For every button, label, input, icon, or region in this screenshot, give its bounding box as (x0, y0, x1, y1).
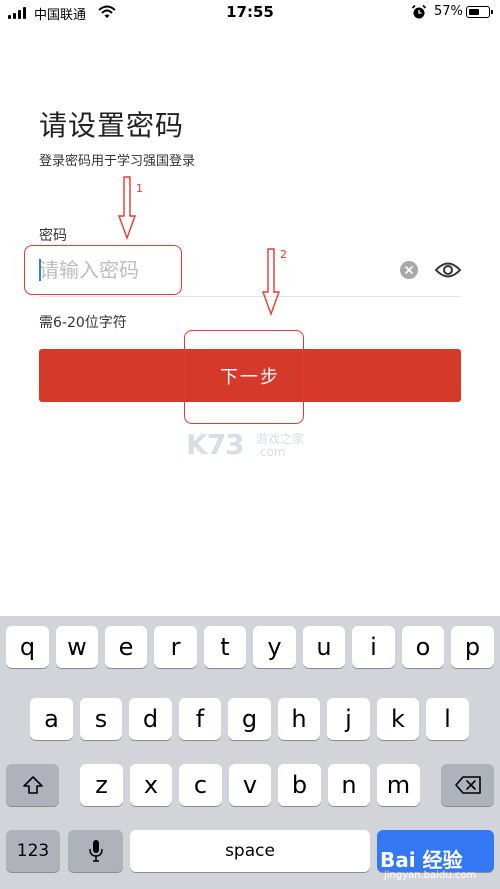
key-v[interactable]: v (229, 764, 271, 806)
annotation-number-2: 2 (280, 248, 287, 261)
battery-percentage: 57% (434, 4, 463, 19)
key-e[interactable]: e (105, 626, 147, 668)
backspace-key[interactable] (441, 764, 494, 806)
battery-level-fill (469, 9, 479, 15)
key-j[interactable]: j (327, 698, 370, 740)
password-field-label: 密码 (39, 228, 67, 244)
baidu-logo: Bai 经验 (380, 848, 463, 872)
key-c[interactable]: c (179, 764, 222, 806)
numbers-key[interactable]: 123 (6, 830, 60, 872)
input-underline (39, 296, 461, 297)
baidu-watermark: Bai 经验 jingyan.baidu.com (378, 842, 498, 887)
annotation-box-next-button (184, 330, 304, 424)
key-t[interactable]: t (204, 626, 246, 668)
site-watermark: K73 游戏之家 .com (186, 428, 316, 462)
page-title: 请设置密码 (39, 109, 185, 142)
key-a[interactable]: a (30, 698, 73, 740)
baidu-url: jingyan.baidu.com (384, 870, 477, 881)
key-n[interactable]: n (328, 764, 370, 806)
battery-icon (466, 6, 493, 18)
microphone-icon (88, 840, 103, 862)
space-key[interactable]: space (130, 830, 370, 872)
shift-icon (22, 776, 43, 794)
backspace-icon (454, 776, 481, 794)
dictation-key[interactable] (68, 830, 123, 872)
key-w[interactable]: w (56, 626, 98, 668)
watermark-domain: .com (256, 445, 286, 459)
key-q[interactable]: q (6, 626, 49, 668)
password-requirement-hint: 需6-20位字符 (39, 315, 127, 331)
clear-icon (405, 266, 413, 274)
toggle-password-visibility-button[interactable] (434, 260, 462, 280)
key-i[interactable]: i (352, 626, 395, 668)
page-subtitle: 登录密码用于学习强国登录 (39, 154, 196, 169)
clear-input-button[interactable] (400, 261, 418, 279)
eye-icon (434, 262, 462, 278)
key-g[interactable]: g (228, 698, 271, 740)
annotation-arrow-2 (262, 248, 280, 316)
alarm-clock-icon (411, 4, 427, 19)
annotation-arrow-1 (118, 176, 136, 240)
key-m[interactable]: m (377, 764, 420, 806)
annotation-box-password-input (24, 245, 182, 295)
key-o[interactable]: o (402, 626, 444, 668)
key-r[interactable]: r (154, 626, 197, 668)
watermark-logo: K73 (186, 428, 245, 461)
key-d[interactable]: d (129, 698, 172, 740)
key-x[interactable]: x (130, 764, 172, 806)
key-u[interactable]: u (303, 626, 345, 668)
key-k[interactable]: k (377, 698, 419, 740)
key-f[interactable]: f (179, 698, 221, 740)
key-b[interactable]: b (278, 764, 321, 806)
key-y[interactable]: y (253, 626, 296, 668)
key-p[interactable]: p (451, 626, 494, 668)
annotation-number-1: 1 (136, 182, 143, 195)
shift-key[interactable] (6, 764, 59, 806)
key-h[interactable]: h (278, 698, 320, 740)
key-s[interactable]: s (80, 698, 122, 740)
key-l[interactable]: l (426, 698, 469, 740)
key-z[interactable]: z (80, 764, 123, 806)
status-bar: 中国联通 17:55 57% (0, 0, 500, 26)
